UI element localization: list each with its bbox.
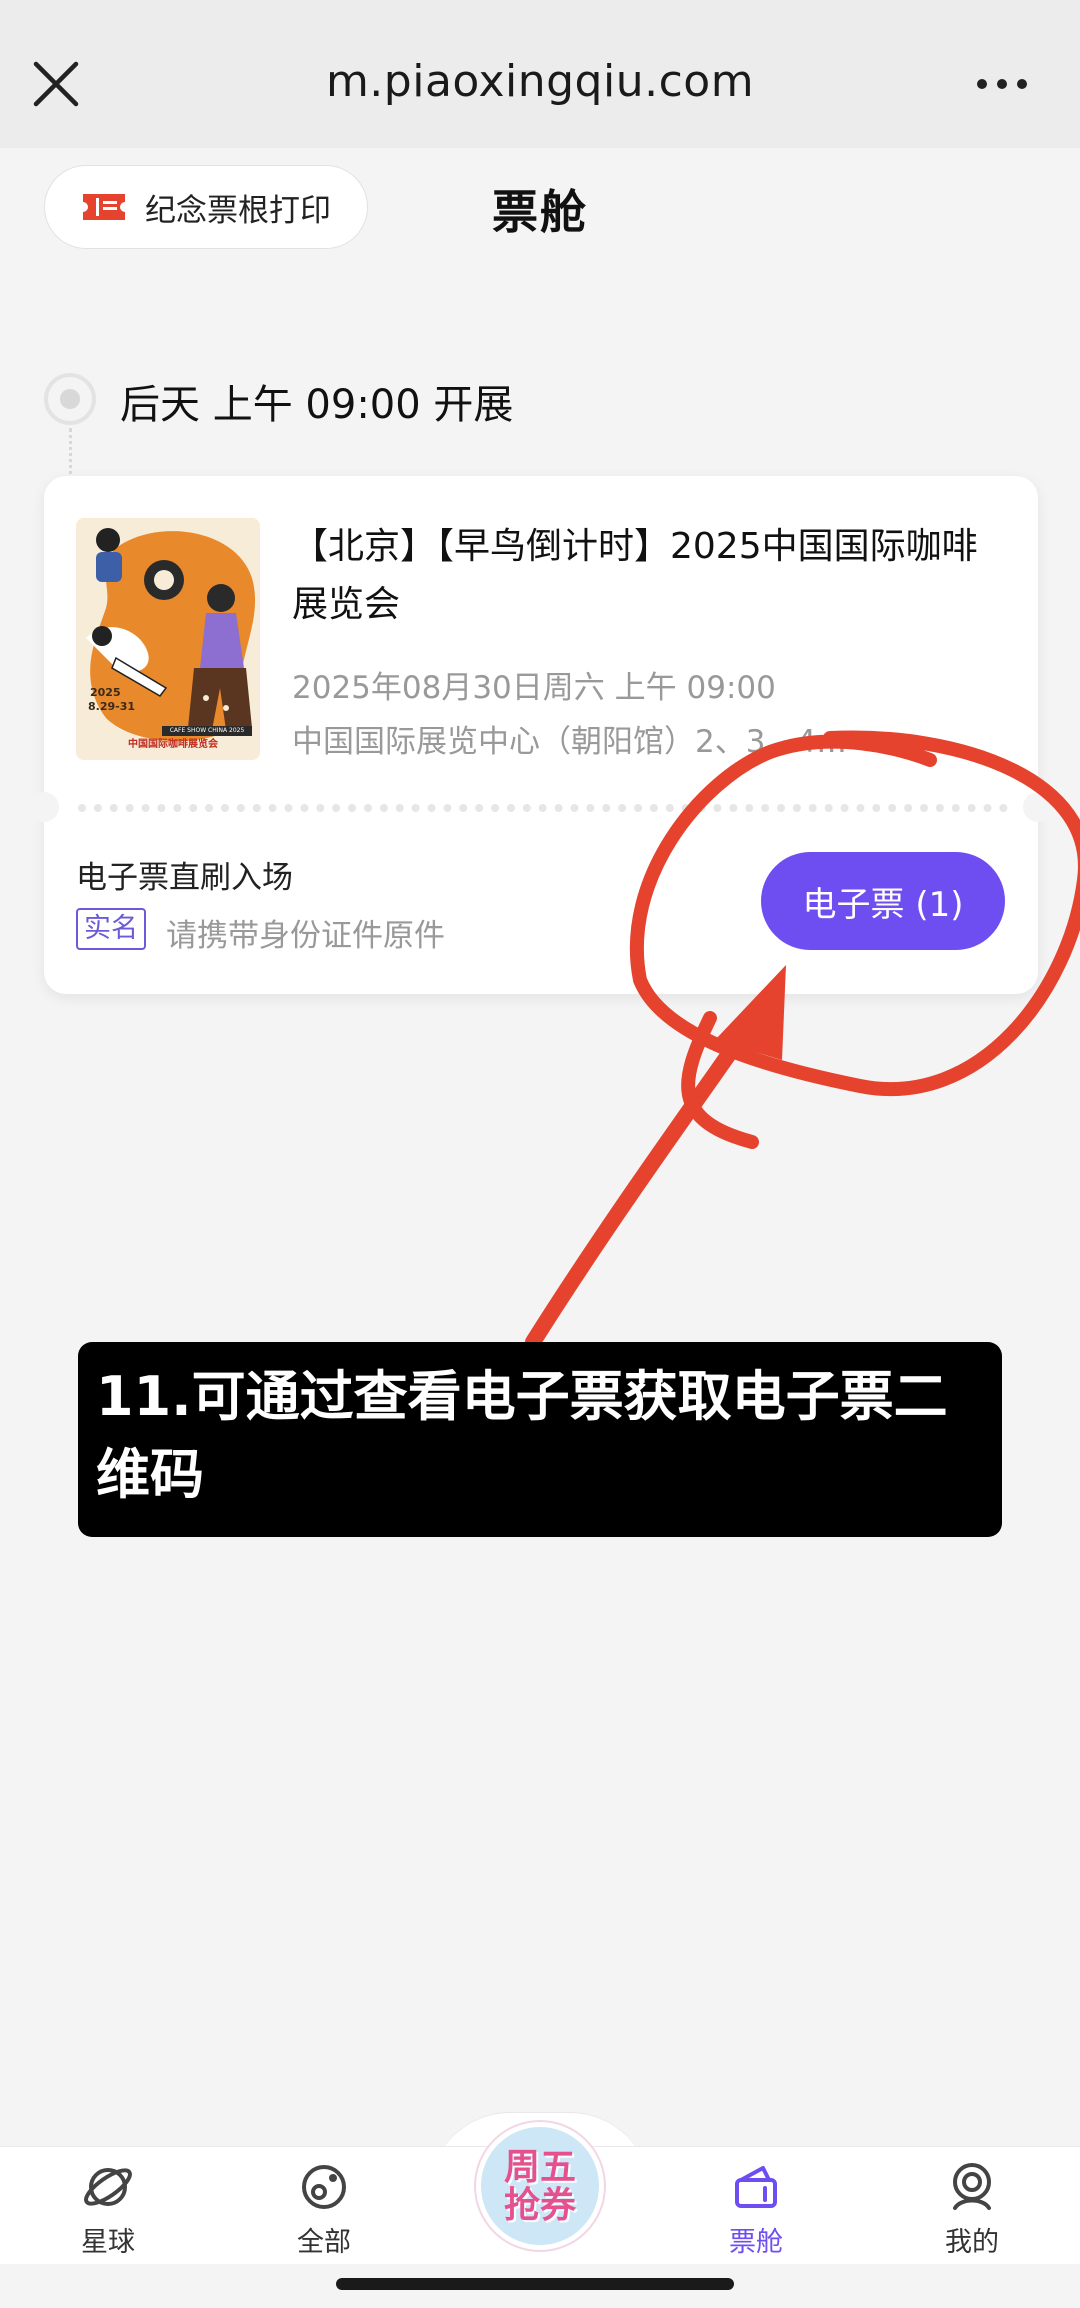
poster-brand: CAFE SHOW CHINA 2025 xyxy=(162,726,252,736)
entry-method: 电子票直刷入场 xyxy=(76,860,293,896)
ticket-perforation xyxy=(78,804,1008,812)
id-note: 请携带身份证件原件 xyxy=(166,918,445,954)
annotation-caption: 11.可通过查看电子票获取电子票二维码 xyxy=(78,1342,1002,1537)
event-venue: 中国国际展览中心（朝阳馆）2、3、4、5馆 xyxy=(292,724,852,760)
timeline-label: 后天 上午 09:00 开展 xyxy=(120,382,514,428)
ticket-card[interactable]: 2025 8.29-31 CAFE SHOW CHINA 2025 中国国际咖啡… xyxy=(29,476,1053,994)
nav-item-all[interactable]: 全部 xyxy=(254,2160,394,2264)
annotation-arrow-shaft xyxy=(525,1002,768,1350)
poster-year: 2025 xyxy=(90,686,121,699)
ticket-notch-right xyxy=(1023,792,1053,822)
promo-badge[interactable]: 周五 抢券 xyxy=(476,2122,604,2250)
ticket-cabin-icon xyxy=(735,2166,777,2208)
more-options-icon[interactable] xyxy=(972,66,1032,102)
page-title: 票舱 xyxy=(492,185,588,239)
profile-icon xyxy=(953,2163,991,2210)
realname-badge: 实名 xyxy=(76,908,146,950)
timeline-connector xyxy=(69,428,72,482)
timeline-dot xyxy=(44,373,96,425)
annotation-arrow-tail xyxy=(681,1011,759,1149)
ticket-notch-left xyxy=(29,792,59,822)
nav-item-ticket-cabin[interactable]: 票舱 xyxy=(686,2160,826,2264)
promo-line-2: 抢券 xyxy=(503,2184,576,2226)
planet-icon xyxy=(84,2168,132,2206)
url-text: m.piaoxingqiu.com xyxy=(325,56,755,107)
poster-name: 中国国际咖啡展览会 xyxy=(128,739,218,750)
home-indicator xyxy=(336,2278,734,2290)
promo-line-1: 周五 xyxy=(503,2146,576,2188)
nav-label-ticket-cabin: 票舱 xyxy=(729,2227,783,2258)
nav-item-profile[interactable]: 我的 xyxy=(902,2160,1042,2264)
nav-label-profile: 我的 xyxy=(945,2227,999,2258)
nav-label-all: 全部 xyxy=(297,2227,351,2258)
annotation-markup xyxy=(525,730,1080,1350)
nav-label-planet: 星球 xyxy=(81,2227,135,2258)
poster-dates: 8.29-31 xyxy=(88,700,136,713)
poster-illustration xyxy=(76,518,260,760)
event-title[interactable]: 【北京】【早鸟倒计时】2025中国国际咖啡展览会 xyxy=(292,518,992,634)
event-poster[interactable]: 2025 8.29-31 CAFE SHOW CHINA 2025 中国国际咖啡… xyxy=(76,518,260,760)
all-icon xyxy=(302,2165,346,2209)
nav-item-planet[interactable]: 星球 xyxy=(38,2160,178,2264)
eticket-button[interactable]: 电子票 (1) xyxy=(761,852,1005,950)
event-date: 2025年08月30日周六 上午 09:00 xyxy=(292,670,776,706)
browser-bar: m.piaoxingqiu.com xyxy=(0,0,1080,148)
